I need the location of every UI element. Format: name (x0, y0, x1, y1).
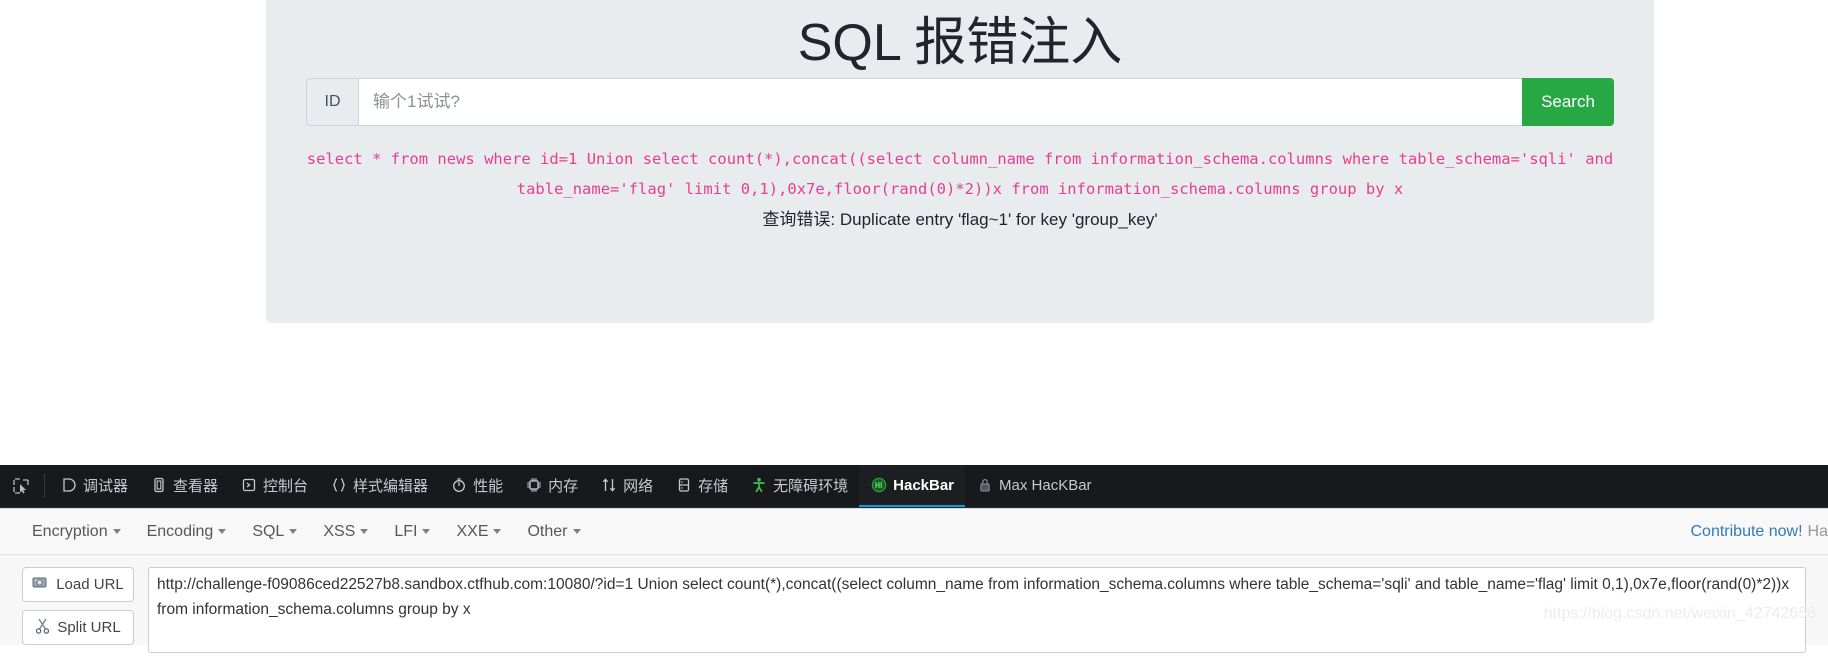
devtools-tab-inspector[interactable]: 查看器 (139, 465, 229, 507)
search-button[interactable]: Search (1522, 78, 1614, 126)
chevron-down-icon (289, 528, 298, 534)
devtools-toolbar: 调试器 查看器 控制台 样式编辑器 性能 内存 网络 存储 无障碍环境 HackBar Max Ha… (0, 465, 1828, 508)
max-hackbar-icon (976, 477, 993, 494)
devtools-tab-label: Max HacKBar (999, 476, 1092, 494)
hackbar-menu-xxe[interactable]: XXE (446, 519, 511, 545)
hackbar-panel: Encryption Encoding SQL XSS LFI XXE Other Cont… (0, 508, 1828, 653)
performance-icon (450, 477, 467, 494)
devtools-panel: 调试器 查看器 控制台 样式编辑器 性能 内存 网络 存储 无障碍环境 HackBar Max Ha… (0, 465, 1828, 653)
hackbar-url-wrapper (148, 567, 1828, 658)
devtools-tab-max-hackbar[interactable]: Max HacKBar (965, 465, 1103, 507)
toolbar-divider (44, 474, 45, 498)
devtools-tab-label: 控制台 (263, 477, 309, 495)
load-url-icon (32, 575, 49, 594)
hackbar-menu-label: XSS (323, 522, 356, 540)
devtools-tab-list: 调试器 查看器 控制台 样式编辑器 性能 内存 网络 存储 无障碍环境 HackBar Max Ha… (49, 465, 1103, 507)
page-title: SQL 报错注入 (797, 14, 1123, 72)
load-url-label: Load URL (56, 576, 124, 593)
hackbar-menubar: Encryption Encoding SQL XSS LFI XXE Other Cont… (0, 509, 1828, 555)
hackbar-menu-sql[interactable]: SQL (242, 519, 307, 545)
devtools-tab-label: 查看器 (173, 477, 219, 495)
jumbotron-panel: SQL 报错注入 ID Search select * from news wh… (266, 0, 1654, 323)
devtools-tab-accessibility[interactable]: 无障碍环境 (739, 465, 859, 507)
hackbar-menu-encryption[interactable]: Encryption (22, 519, 131, 545)
debugger-icon (60, 477, 77, 494)
devtools-tab-label: 无障碍环境 (773, 477, 849, 495)
hackbar-menu-encoding[interactable]: Encoding (137, 519, 237, 545)
hackbar-menu-label: XXE (456, 522, 489, 540)
hackbar-menu-other[interactable]: Other (517, 519, 590, 545)
contribute-tail-text: Ha (1807, 523, 1828, 540)
id-label-addon: ID (306, 78, 358, 126)
browser-page-content: SQL 报错注入 ID Search select * from news wh… (0, 0, 1828, 465)
devtools-tab-label: HackBar (893, 476, 955, 494)
chevron-down-icon (218, 528, 227, 534)
network-icon (600, 477, 617, 494)
style-editor-icon (330, 477, 347, 494)
console-icon (240, 477, 257, 494)
load-url-button[interactable]: Load URL (22, 567, 134, 602)
query-error-message: 查询错误: Duplicate entry 'flag~1' for key '… (762, 210, 1158, 229)
chevron-down-icon (422, 528, 431, 534)
hackbar-body: Load URL Split URL (0, 555, 1828, 658)
hackbar-menu-lfi[interactable]: LFI (384, 519, 440, 545)
chevron-down-icon (112, 528, 121, 534)
chevron-down-icon (360, 528, 369, 534)
sql-query-echo: select * from news where id=1 Union sele… (306, 150, 1623, 198)
devtools-tab-label: 样式编辑器 (353, 477, 429, 495)
split-url-label: Split URL (57, 619, 121, 636)
devtools-tab-style-editor[interactable]: 样式编辑器 (319, 465, 439, 507)
hackbar-menu-list: Encryption Encoding SQL XSS LFI XXE Other (22, 519, 591, 545)
id-input-group: ID Search (306, 78, 1614, 126)
chevron-down-icon (572, 528, 581, 534)
accessibility-icon (750, 477, 767, 494)
devtools-tab-network[interactable]: 网络 (589, 465, 664, 507)
storage-icon (675, 477, 692, 494)
hackbar-menu-label: Encryption (32, 522, 108, 540)
contribute-link[interactable]: Contribute now! (1690, 523, 1802, 541)
id-input[interactable] (358, 78, 1522, 126)
hackbar-menu-xss[interactable]: XSS (313, 519, 378, 545)
devtools-tab-hackbar[interactable]: HackBar (859, 465, 966, 507)
hackbar-menu-label: Other (527, 522, 568, 540)
devtools-tab-storage[interactable]: 存储 (664, 465, 739, 507)
devtools-tab-label: 内存 (548, 477, 579, 495)
split-url-icon (35, 618, 50, 638)
split-url-button[interactable]: Split URL (22, 610, 134, 645)
memory-icon (525, 477, 542, 494)
devtools-tab-debugger[interactable]: 调试器 (49, 465, 139, 507)
hackbar-menu-label: Encoding (146, 522, 214, 540)
devtools-tab-label: 调试器 (83, 477, 129, 495)
hackbar-menu-label: LFI (394, 522, 418, 540)
devtools-tab-label: 性能 (473, 477, 504, 495)
chevron-down-icon (493, 528, 502, 534)
hackbar-button-column: Load URL Split URL (22, 567, 134, 658)
inspector-icon (150, 477, 167, 494)
devtools-tab-label: 网络 (623, 477, 654, 495)
contribute-notice: Contribute now! Ha (1488, 509, 1828, 555)
devtools-tab-memory[interactable]: 内存 (514, 465, 589, 507)
element-picker-icon[interactable] (2, 465, 40, 507)
devtools-tab-label: 存储 (698, 477, 729, 495)
devtools-tab-console[interactable]: 控制台 (229, 465, 319, 507)
hackbar-menu-label: SQL (252, 522, 285, 540)
hackbar-icon (870, 477, 887, 494)
devtools-tab-performance[interactable]: 性能 (439, 465, 514, 507)
url-textarea[interactable] (148, 567, 1806, 653)
